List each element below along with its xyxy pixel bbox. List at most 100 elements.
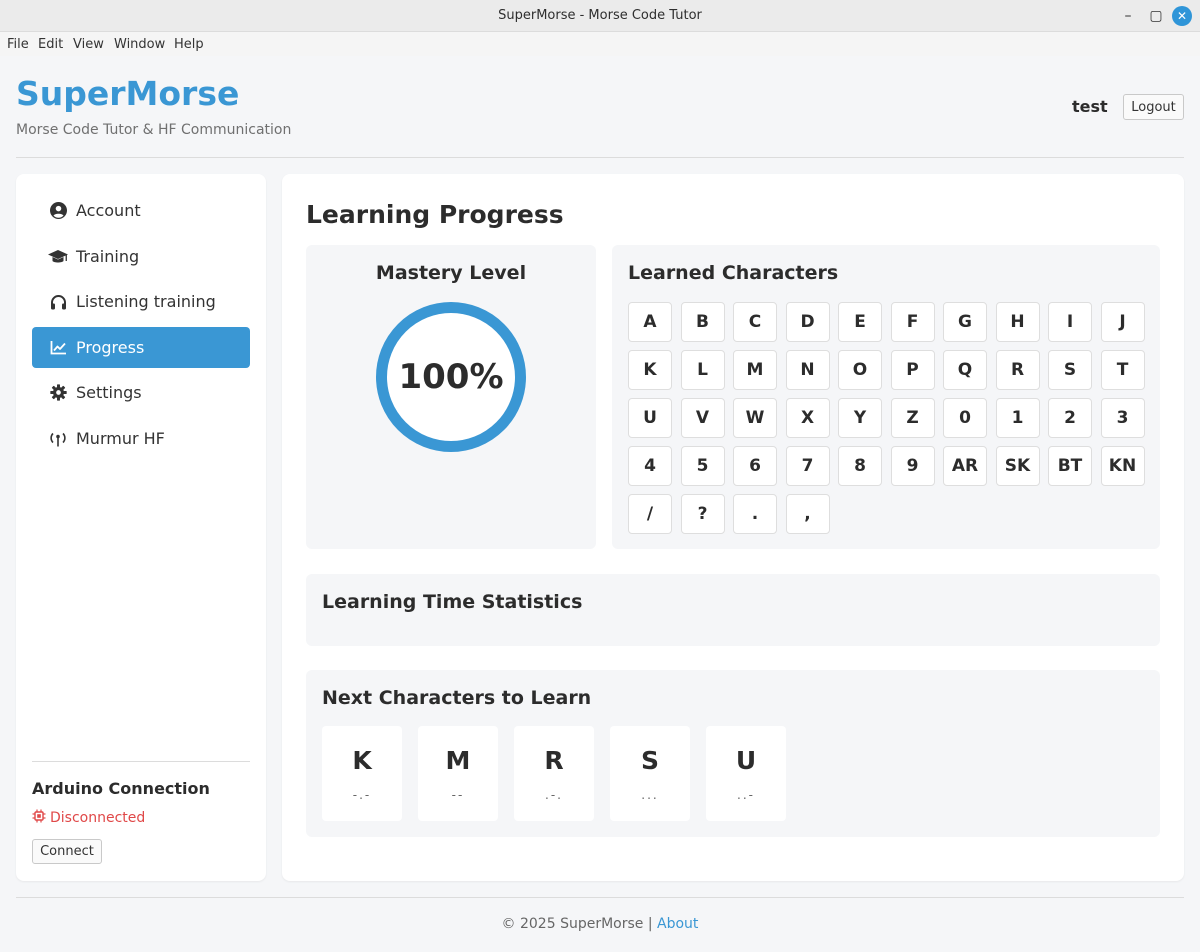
learned-char-tile: N bbox=[785, 350, 830, 390]
footer-copyright: © 2025 SuperMorse | bbox=[501, 916, 653, 932]
learned-char-tile: B bbox=[680, 302, 725, 342]
learned-char-tile: . bbox=[733, 494, 777, 534]
learned-char-tile: 7 bbox=[785, 446, 830, 486]
learned-char-tile: M bbox=[733, 350, 777, 390]
learned-char-tile: X bbox=[785, 398, 830, 438]
mastery-value: 100% bbox=[398, 357, 504, 397]
learned-char-tile: 2 bbox=[1048, 398, 1092, 438]
menu-help[interactable]: Help bbox=[174, 37, 204, 52]
learned-char-tile: W bbox=[733, 398, 777, 438]
next-char-morse: -- bbox=[451, 788, 465, 802]
learned-char-tile: R bbox=[995, 350, 1040, 390]
maximize-icon[interactable]: ▢ bbox=[1146, 6, 1166, 26]
learned-char-tile: T bbox=[1100, 350, 1145, 390]
next-char-letter: R bbox=[544, 746, 564, 775]
window-title: SuperMorse - Morse Code Tutor bbox=[498, 8, 702, 23]
next-char-card: K -.- bbox=[322, 726, 402, 821]
learned-char-tile: I bbox=[1048, 302, 1092, 342]
next-char-card: U ..- bbox=[706, 726, 786, 821]
learned-char-tile: O bbox=[838, 350, 882, 390]
gear-icon bbox=[48, 383, 68, 403]
footer-divider bbox=[16, 897, 1184, 898]
menu-view[interactable]: View bbox=[73, 37, 104, 52]
logout-button[interactable]: Logout bbox=[1123, 94, 1184, 120]
mastery-panel: Mastery Level 100% bbox=[306, 245, 596, 549]
learned-char-tile: P bbox=[890, 350, 935, 390]
about-link[interactable]: About bbox=[657, 916, 698, 932]
minimize-icon[interactable]: – bbox=[1118, 6, 1138, 26]
learned-char-tile: , bbox=[785, 494, 830, 534]
sidebar-item-listening-training[interactable]: Listening training bbox=[32, 281, 250, 322]
next-characters-title: Next Characters to Learn bbox=[322, 687, 592, 709]
next-char-letter: M bbox=[445, 746, 471, 775]
sidebar-divider bbox=[32, 761, 250, 762]
learned-char-tile: G bbox=[943, 302, 987, 342]
sidebar-item-label: Murmur HF bbox=[76, 429, 165, 448]
mastery-ring: 100% bbox=[376, 302, 526, 452]
menu-file[interactable]: File bbox=[7, 37, 29, 52]
learned-char-tile: H bbox=[995, 302, 1040, 342]
learned-char-tile: V bbox=[680, 398, 725, 438]
learned-char-tile: 6 bbox=[733, 446, 777, 486]
sidebar-item-murmur-hf[interactable]: Murmur HF bbox=[32, 418, 250, 459]
antenna-icon bbox=[48, 429, 68, 449]
sidebar-item-label: Settings bbox=[76, 383, 142, 402]
close-icon[interactable]: ✕ bbox=[1172, 6, 1192, 26]
sidebar-item-training[interactable]: Training bbox=[32, 236, 250, 277]
menu-window[interactable]: Window bbox=[114, 37, 165, 52]
learned-char-tile: 3 bbox=[1100, 398, 1145, 438]
menu-edit[interactable]: Edit bbox=[38, 37, 63, 52]
learned-char-tile: 9 bbox=[890, 446, 935, 486]
username: test bbox=[1072, 97, 1108, 116]
arduino-status: Disconnected bbox=[32, 809, 145, 827]
footer: © 2025 SuperMorse | About bbox=[0, 916, 1200, 932]
next-char-morse: ..- bbox=[737, 788, 755, 802]
sidebar-item-settings[interactable]: Settings bbox=[32, 372, 250, 413]
next-char-card: S... bbox=[610, 726, 690, 821]
learned-char-tile: Y bbox=[838, 398, 882, 438]
learned-char-tile: ? bbox=[680, 494, 725, 534]
user-circle-icon bbox=[48, 201, 68, 221]
next-char-card: M -- bbox=[418, 726, 498, 821]
learned-char-tile: 0 bbox=[943, 398, 987, 438]
learned-char-tile: K bbox=[628, 350, 672, 390]
brand-title: SuperMorse bbox=[16, 74, 240, 113]
learned-char-tile: AR bbox=[943, 446, 987, 486]
learned-char-tile: 4 bbox=[628, 446, 672, 486]
headphones-icon bbox=[48, 292, 68, 312]
mastery-title: Mastery Level bbox=[375, 262, 527, 284]
window-titlebar: SuperMorse - Morse Code Tutor – ▢ ✕ bbox=[0, 0, 1200, 32]
sidebar-item-account[interactable]: Account bbox=[32, 190, 250, 231]
arduino-connection-title: Arduino Connection bbox=[32, 779, 210, 798]
microchip-icon bbox=[32, 809, 46, 827]
page-title: Learning Progress bbox=[306, 200, 564, 229]
learned-char-tile: / bbox=[628, 494, 672, 534]
next-characters-panel: Next Characters to Learn K -.- M -- R .-. S...… bbox=[306, 670, 1160, 837]
sidebar-item-label: Progress bbox=[76, 338, 145, 357]
header-divider bbox=[16, 157, 1184, 158]
sidebar-item-label: Listening training bbox=[76, 292, 216, 311]
next-char-morse: .-. bbox=[545, 788, 563, 802]
next-char-letter: U bbox=[735, 746, 757, 775]
learned-char-tile: E bbox=[838, 302, 882, 342]
learned-char-tile: 8 bbox=[838, 446, 882, 486]
learning-time-statistics-title: Learning Time Statistics bbox=[322, 591, 583, 613]
next-char-morse: ... bbox=[641, 788, 659, 802]
learned-char-tile: Z bbox=[890, 398, 935, 438]
learned-char-tile: S bbox=[1048, 350, 1092, 390]
next-char-letter: S bbox=[640, 746, 659, 775]
chart-line-icon bbox=[48, 338, 68, 358]
connect-button[interactable]: Connect bbox=[32, 839, 102, 864]
learned-characters-panel: Learned Characters ABCDEFGHIJ KLMNOPQRST U… bbox=[612, 245, 1160, 549]
next-char-card: R .-. bbox=[514, 726, 594, 821]
sidebar-item-progress[interactable]: Progress bbox=[32, 327, 250, 368]
learning-time-statistics-panel: Learning Time Statistics bbox=[306, 574, 1160, 646]
learned-char-tile: BT bbox=[1048, 446, 1092, 486]
learned-char-tile: J bbox=[1100, 302, 1145, 342]
graduation-cap-icon bbox=[48, 247, 68, 267]
learned-char-tile: C bbox=[733, 302, 777, 342]
learned-char-tile: 1 bbox=[995, 398, 1040, 438]
learned-char-tile: KN bbox=[1100, 446, 1145, 486]
learned-characters-grid: A B C D E F G H I J K L M N O P Q R S T U V W X Y Z 0 1 2 3 4 5 6 7 8 9 AR SK… bbox=[628, 302, 1148, 534]
learned-char-tile: F bbox=[890, 302, 935, 342]
